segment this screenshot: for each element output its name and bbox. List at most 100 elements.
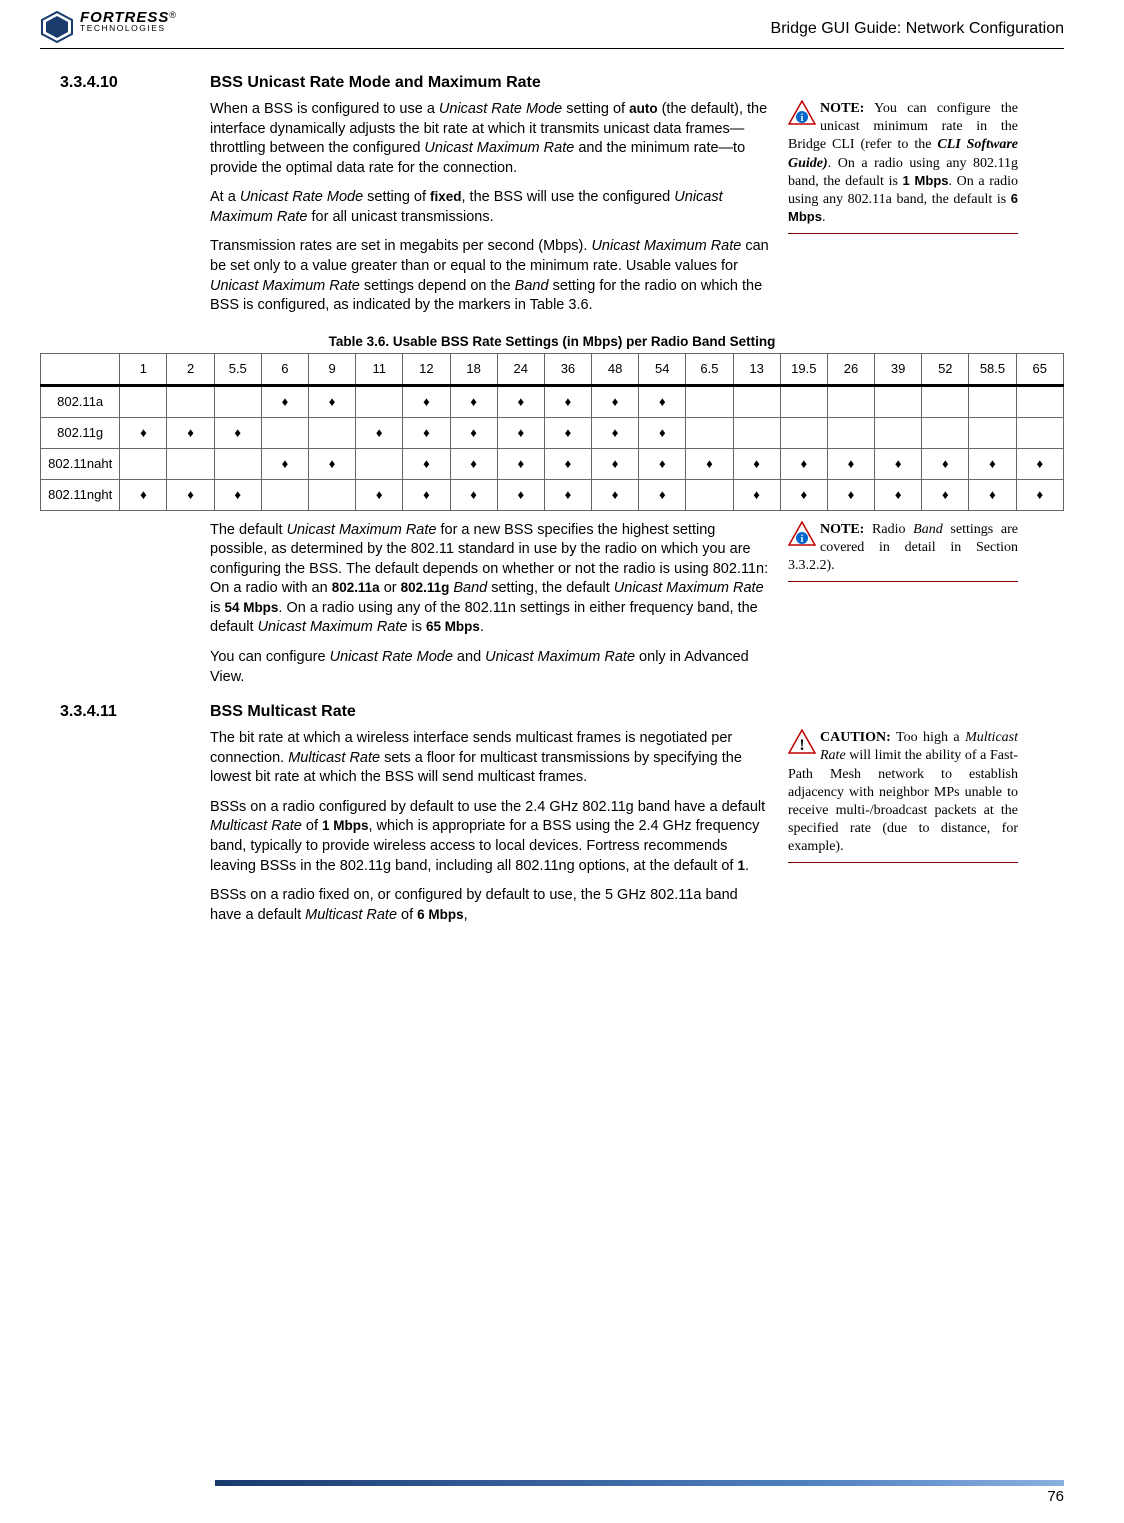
rate-header: 52 (922, 353, 969, 385)
section-number-10: 3.3.4.10 (40, 74, 210, 326)
rate-supported-marker: ♦ (875, 479, 922, 510)
rate-empty (308, 479, 355, 510)
rate-empty (1016, 385, 1063, 417)
rate-supported-marker: ♦ (356, 479, 403, 510)
rate-empty (167, 385, 214, 417)
sec11-p2: BSSs on a radio configured by default to… (210, 798, 770, 876)
rate-header: 13 (733, 353, 780, 385)
rate-supported-marker: ♦ (969, 448, 1016, 479)
rate-empty (686, 479, 733, 510)
rate-supported-marker: ♦ (214, 479, 261, 510)
sec11-p3: BSSs on a radio fixed on, or configured … (210, 886, 770, 925)
rate-supported-marker: ♦ (214, 417, 261, 448)
rate-empty (120, 385, 167, 417)
rate-supported-marker: ♦ (639, 385, 686, 417)
rate-supported-marker: ♦ (780, 479, 827, 510)
info-icon: i (788, 100, 816, 126)
rate-empty (827, 417, 874, 448)
rate-supported-marker: ♦ (639, 417, 686, 448)
rate-supported-marker: ♦ (403, 448, 450, 479)
svg-text:!: ! (799, 737, 804, 754)
rate-supported-marker: ♦ (592, 479, 639, 510)
rate-supported-marker: ♦ (780, 448, 827, 479)
rate-supported-marker: ♦ (497, 417, 544, 448)
rate-empty (308, 417, 355, 448)
rate-empty (356, 448, 403, 479)
info-icon: i (788, 521, 816, 547)
rate-empty (356, 385, 403, 417)
section-heading-10: BSS Unicast Rate Mode and Maximum Rate (210, 74, 1064, 92)
rate-empty (969, 417, 1016, 448)
note-box-1: i NOTE: You can configure the unicast mi… (788, 100, 1018, 234)
rate-header: 39 (875, 353, 922, 385)
rate-table: 125.569111218243648546.51319.526395258.5… (40, 353, 1064, 511)
rate-supported-marker: ♦ (1016, 448, 1063, 479)
aftertable-p1: The default Unicast Maximum Rate for a n… (210, 521, 770, 638)
rate-header: 6 (261, 353, 308, 385)
rate-empty (167, 448, 214, 479)
rate-supported-marker: ♦ (261, 448, 308, 479)
logo-text: FORTRESS® TECHNOLOGIES (80, 10, 176, 33)
svg-text:i: i (801, 113, 804, 124)
rate-supported-marker: ♦ (356, 417, 403, 448)
rate-supported-marker: ♦ (827, 448, 874, 479)
rate-supported-marker: ♦ (827, 479, 874, 510)
rate-header: 65 (1016, 353, 1063, 385)
rate-header: 9 (308, 353, 355, 385)
rate-empty (875, 417, 922, 448)
rate-supported-marker: ♦ (308, 385, 355, 417)
section-number-11: 3.3.4.11 (40, 703, 210, 935)
rate-empty (780, 385, 827, 417)
rate-empty (922, 385, 969, 417)
rate-empty (261, 417, 308, 448)
rate-supported-marker: ♦ (639, 448, 686, 479)
rate-supported-marker: ♦ (544, 417, 591, 448)
sec10-p3: Transmission rates are set in megabits p… (210, 237, 770, 315)
aftertable-p2: You can configure Unicast Rate Mode and … (210, 648, 770, 687)
rate-supported-marker: ♦ (167, 417, 214, 448)
rate-supported-marker: ♦ (308, 448, 355, 479)
rate-supported-marker: ♦ (922, 479, 969, 510)
band-name: 802.11naht (41, 448, 120, 479)
rate-header: 1 (120, 353, 167, 385)
rate-header: 18 (450, 353, 497, 385)
rate-supported-marker: ♦ (1016, 479, 1063, 510)
rate-supported-marker: ♦ (450, 479, 497, 510)
rate-header: 58.5 (969, 353, 1016, 385)
guide-title: Bridge GUI Guide: Network Configuration (771, 10, 1064, 38)
rate-supported-marker: ♦ (120, 417, 167, 448)
note-box-2: i NOTE: Radio Band settings are covered … (788, 521, 1018, 583)
rate-supported-marker: ♦ (450, 417, 497, 448)
rate-supported-marker: ♦ (639, 479, 686, 510)
rate-empty (827, 385, 874, 417)
rate-empty (1016, 417, 1063, 448)
rate-supported-marker: ♦ (875, 448, 922, 479)
rate-header: 48 (592, 353, 639, 385)
band-name: 802.11a (41, 385, 120, 417)
rate-empty (214, 448, 261, 479)
rate-header: 24 (497, 353, 544, 385)
rate-empty (875, 385, 922, 417)
rate-supported-marker: ♦ (922, 448, 969, 479)
fortress-logo-icon (40, 10, 74, 44)
logo-registered: ® (169, 10, 176, 20)
section-11-body: The bit rate at which a wireless interfa… (210, 729, 770, 935)
rate-supported-marker: ♦ (403, 417, 450, 448)
rate-header: 6.5 (686, 353, 733, 385)
logo: FORTRESS® TECHNOLOGIES (40, 10, 176, 44)
rate-empty (686, 385, 733, 417)
caution-icon: ! (788, 729, 816, 755)
rate-empty (120, 448, 167, 479)
sec10-p2: At a Unicast Rate Mode setting of fixed,… (210, 188, 770, 227)
rate-supported-marker: ♦ (544, 385, 591, 417)
rate-empty (261, 479, 308, 510)
page-footer: 76 (215, 1480, 1064, 1505)
rate-supported-marker: ♦ (497, 479, 544, 510)
rate-supported-marker: ♦ (592, 385, 639, 417)
rate-supported-marker: ♦ (167, 479, 214, 510)
rate-empty (922, 417, 969, 448)
rate-supported-marker: ♦ (686, 448, 733, 479)
rate-header: 11 (356, 353, 403, 385)
svg-text:i: i (801, 534, 804, 545)
logo-subtitle: TECHNOLOGIES (80, 25, 176, 33)
